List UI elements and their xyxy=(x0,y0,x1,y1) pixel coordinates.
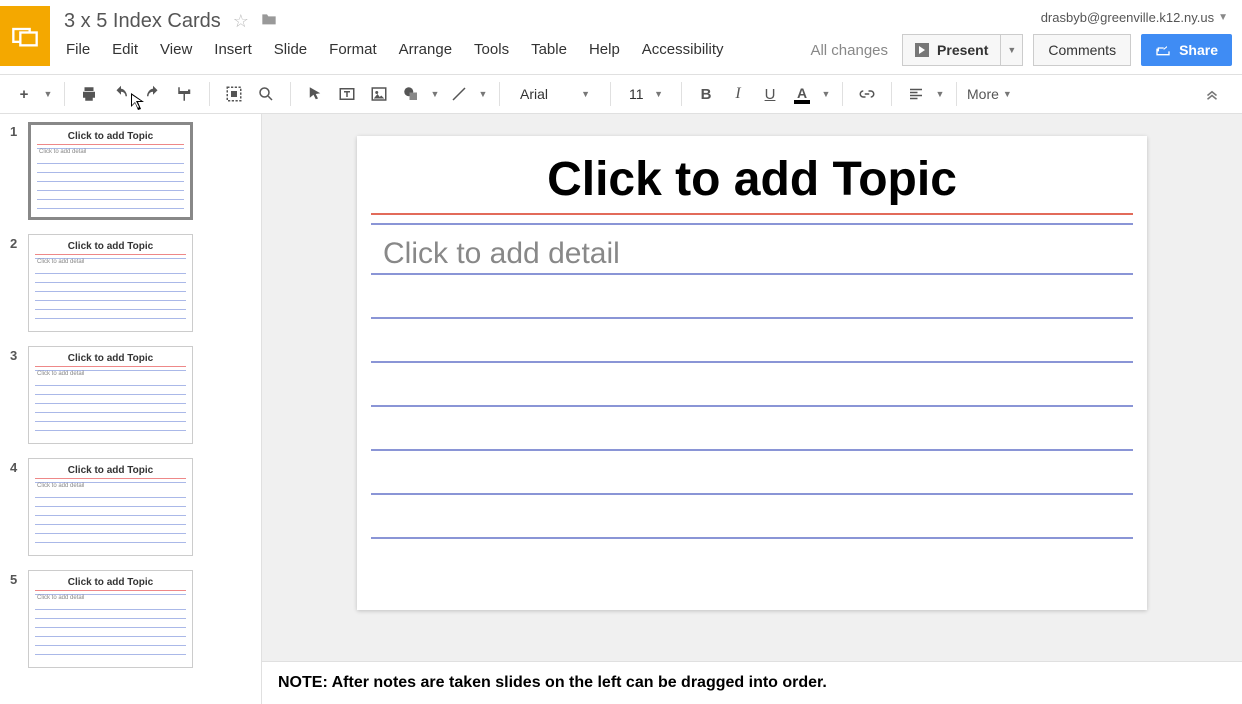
line-dropdown[interactable]: ▼ xyxy=(477,89,489,99)
font-name: Arial xyxy=(520,86,548,102)
zoom-button[interactable] xyxy=(252,80,280,108)
image-tool[interactable] xyxy=(365,80,393,108)
account-dropdown-icon: ▼ xyxy=(1218,12,1228,23)
line-tool[interactable] xyxy=(445,80,473,108)
thumb-title: Click to add Topic xyxy=(35,241,186,252)
bold-button[interactable]: B xyxy=(692,80,720,108)
menu-slide[interactable]: Slide xyxy=(274,41,307,58)
menu-insert[interactable]: Insert xyxy=(214,41,252,58)
slide-thumbnail[interactable]: Click to add Topic Click to add detail xyxy=(28,570,193,668)
slide-number: 5 xyxy=(10,570,28,587)
slides-logo-icon xyxy=(11,22,39,50)
menu-arrange[interactable]: Arrange xyxy=(399,41,452,58)
star-icon[interactable]: ☆ xyxy=(233,11,249,32)
text-color-button[interactable]: A xyxy=(788,80,816,108)
thumb-title: Click to add Topic xyxy=(35,577,186,588)
user-email[interactable]: drasbyb@greenville.k12.ny.us ▼ xyxy=(1041,10,1228,25)
slide-thumbnail-item[interactable]: 5 Click to add Topic Click to add detail xyxy=(10,570,245,668)
shape-dropdown[interactable]: ▼ xyxy=(429,89,441,99)
document-title[interactable]: 3 x 5 Index Cards xyxy=(64,10,221,33)
share-button[interactable]: Share xyxy=(1141,34,1232,66)
folder-icon[interactable] xyxy=(261,12,277,31)
print-button[interactable] xyxy=(75,80,103,108)
thumb-detail: Click to add detail xyxy=(35,595,186,601)
slide-thumbnail-item[interactable]: 4 Click to add Topic Click to add detail xyxy=(10,458,245,556)
user-email-text: drasbyb@greenville.k12.ny.us xyxy=(1041,10,1214,25)
share-icon xyxy=(1155,43,1171,57)
slide-thumbnail-item[interactable]: 3 Click to add Topic Click to add detail xyxy=(10,346,245,444)
font-size-selector[interactable]: 11 ▼ xyxy=(621,80,671,108)
menu-table[interactable]: Table xyxy=(531,41,567,58)
collapse-toolbar-icon[interactable] xyxy=(1198,80,1226,108)
slide-number: 4 xyxy=(10,458,28,475)
present-dropdown[interactable]: ▼ xyxy=(1001,34,1023,66)
slide-thumbnail[interactable]: Click to add Topic Click to add detail xyxy=(28,458,193,556)
slide-thumbnail[interactable]: Click to add Topic Click to add detail xyxy=(28,122,193,220)
text-color-dropdown[interactable]: ▼ xyxy=(820,89,832,99)
align-dropdown[interactable]: ▼ xyxy=(934,89,946,99)
menu-edit[interactable]: Edit xyxy=(112,41,138,58)
font-selector[interactable]: Arial ▼ xyxy=(510,80,600,108)
slide-thumbnail[interactable]: Click to add Topic Click to add detail xyxy=(28,346,193,444)
undo-button[interactable] xyxy=(107,80,135,108)
slide-number: 1 xyxy=(10,122,28,139)
link-button[interactable] xyxy=(853,80,881,108)
slide-thumbnail[interactable]: Click to add Topic Click to add detail xyxy=(28,234,193,332)
thumb-title: Click to add Topic xyxy=(35,353,186,364)
new-slide-dropdown[interactable]: ▼ xyxy=(42,89,54,99)
canvas-area: Click to add Topic Click to add detail N… xyxy=(262,114,1242,704)
menu-accessibility[interactable]: Accessibility xyxy=(642,41,724,58)
app-header: 3 x 5 Index Cards ☆ File Edit View Inser… xyxy=(0,0,1242,66)
fit-button[interactable] xyxy=(220,80,248,108)
thumb-detail: Click to add detail xyxy=(35,259,186,265)
thumb-detail: Click to add detail xyxy=(37,149,184,155)
more-label: More xyxy=(967,86,999,102)
select-tool[interactable] xyxy=(301,80,329,108)
thumb-title: Click to add Topic xyxy=(35,465,186,476)
thumb-title: Click to add Topic xyxy=(37,131,184,142)
present-label: Present xyxy=(937,42,988,58)
font-size: 11 xyxy=(629,86,644,102)
underline-button[interactable]: U xyxy=(756,80,784,108)
new-slide-button[interactable]: + xyxy=(10,80,38,108)
play-icon xyxy=(915,43,929,57)
slide-thumbnail-item[interactable]: 1 Click to add Topic Click to add detail xyxy=(10,122,245,220)
menu-help[interactable]: Help xyxy=(589,41,620,58)
menu-file[interactable]: File xyxy=(66,41,90,58)
slide-panel[interactable]: 1Click to add TopicClick to add detail2C… xyxy=(0,114,262,704)
more-button[interactable]: More ▼ xyxy=(967,86,1012,102)
main-area: 1Click to add TopicClick to add detail2C… xyxy=(0,114,1242,704)
redo-button[interactable] xyxy=(139,80,167,108)
shape-tool[interactable] xyxy=(397,80,425,108)
slide-detail-placeholder[interactable]: Click to add detail xyxy=(371,233,1133,273)
menu-view[interactable]: View xyxy=(160,41,192,58)
toolbar: + ▼ ▼ ▼ Arial ▼ 11 ▼ B I U A ▼ ▼ More ▼ xyxy=(0,74,1242,114)
thumb-detail: Click to add detail xyxy=(35,483,186,489)
slide-thumbnail-item[interactable]: 2 Click to add Topic Click to add detail xyxy=(10,234,245,332)
thumb-detail: Click to add detail xyxy=(35,371,186,377)
present-button[interactable]: Present xyxy=(902,34,1001,66)
save-status: All changes xyxy=(810,42,888,59)
app-logo[interactable] xyxy=(0,6,50,66)
align-button[interactable] xyxy=(902,80,930,108)
comments-button[interactable]: Comments xyxy=(1033,34,1131,66)
menu-tools[interactable]: Tools xyxy=(474,41,509,58)
speaker-notes[interactable]: NOTE: After notes are taken slides on th… xyxy=(262,661,1242,704)
slide-number: 2 xyxy=(10,234,28,251)
slide-title-placeholder[interactable]: Click to add Topic xyxy=(371,144,1133,211)
slide-number: 3 xyxy=(10,346,28,363)
textbox-tool[interactable] xyxy=(333,80,361,108)
paint-format-button[interactable] xyxy=(171,80,199,108)
share-label: Share xyxy=(1179,42,1218,58)
menu-format[interactable]: Format xyxy=(329,41,377,58)
slide-canvas[interactable]: Click to add Topic Click to add detail xyxy=(357,136,1147,610)
italic-button[interactable]: I xyxy=(724,80,752,108)
